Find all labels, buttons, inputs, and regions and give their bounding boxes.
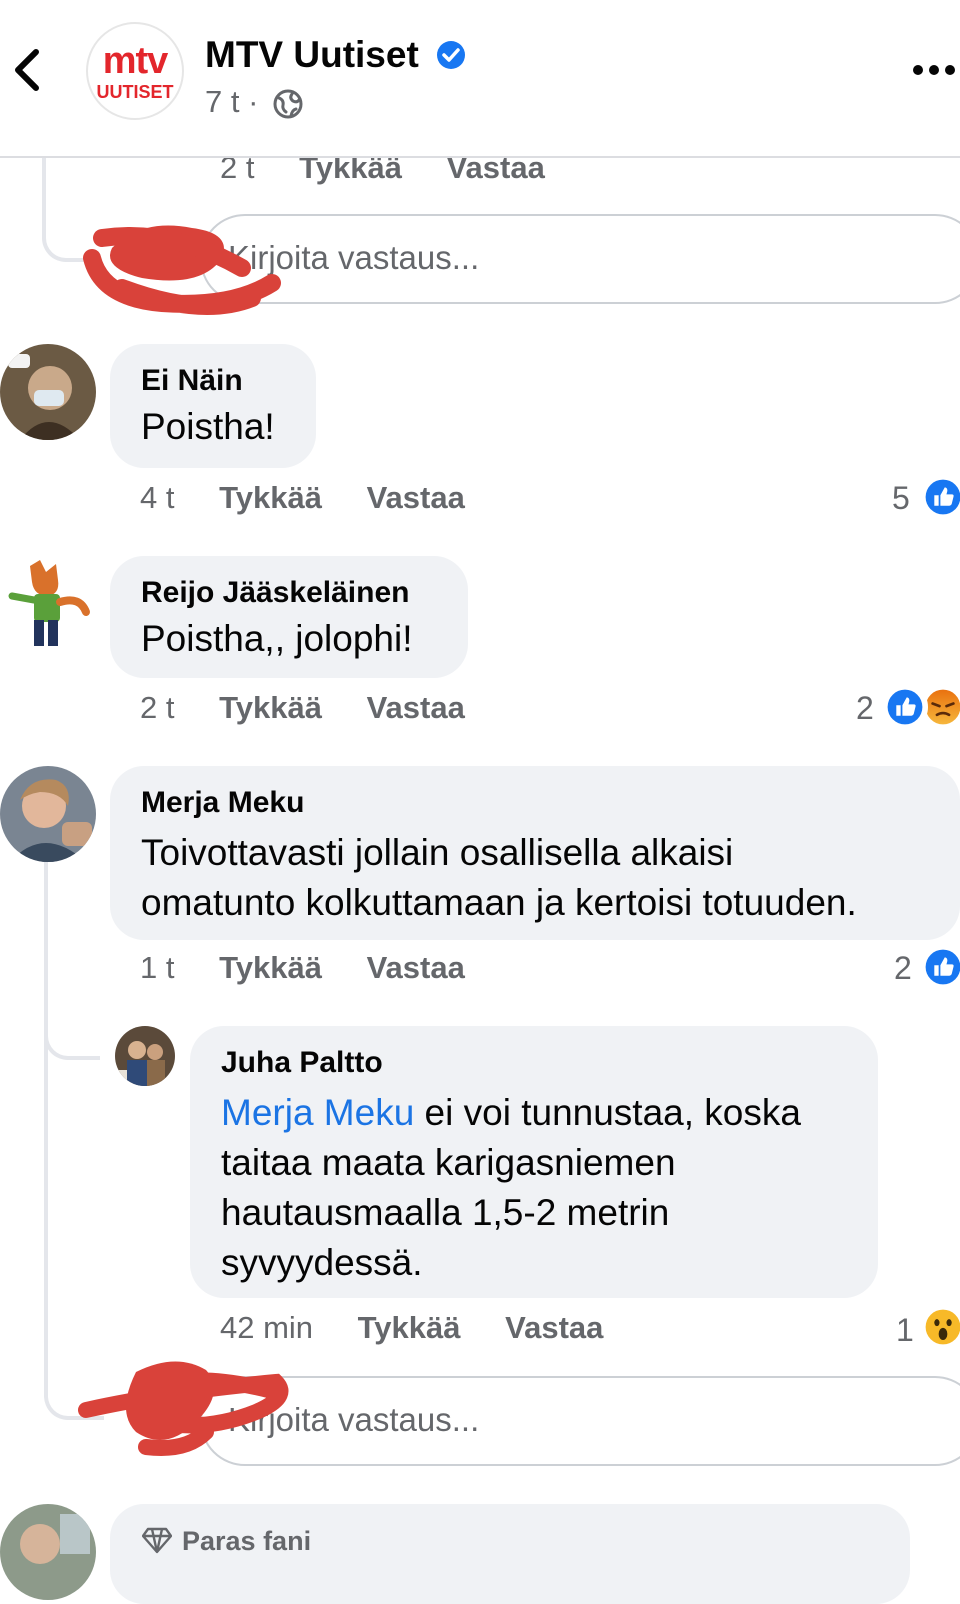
like-button[interactable]: Tykkää — [219, 480, 322, 515]
like-button[interactable]: Tykkää — [358, 1310, 461, 1345]
reply-time: 42 min — [220, 1310, 314, 1345]
reply-input[interactable] — [226, 238, 730, 278]
comment-meta: 4 t Tykkää Vastaa — [140, 480, 465, 516]
like-reaction-icon[interactable] — [920, 944, 960, 990]
more-options-icon[interactable] — [912, 62, 956, 78]
avatar-image — [115, 1026, 175, 1086]
reply-text-line: syvyydessä. — [221, 1242, 423, 1283]
comment-time: 2 t — [140, 690, 175, 725]
redaction-scribble — [83, 225, 281, 315]
reply-input-box[interactable] — [200, 1376, 960, 1466]
logo-text-uutiset: UUTISET — [96, 82, 174, 102]
reply-input-box[interactable] — [200, 214, 960, 304]
like-button[interactable]: Tykkää — [219, 950, 322, 985]
top-fan-badge: Paras fani — [182, 1526, 312, 1556]
diamond-icon — [142, 1527, 172, 1554]
reply-button[interactable]: Vastaa — [505, 1310, 603, 1345]
reply-text: ei voi tunnustaa, koska — [414, 1092, 801, 1133]
avatar-ei-nain[interactable] — [0, 344, 96, 440]
avatar-image — [0, 1504, 96, 1600]
thread-line — [44, 842, 48, 1312]
reply-button[interactable]: Vastaa — [367, 480, 465, 515]
reply-button[interactable]: Vastaa — [367, 950, 465, 985]
comment-bubble: Reijo Jääskeläinen Poistha,, jolophi! — [110, 556, 468, 678]
comment-author[interactable]: Merja Meku — [141, 786, 960, 820]
post-timestamp: 7 t · — [205, 84, 259, 119]
like-reaction-icon[interactable] — [920, 474, 960, 520]
reaction-count[interactable]: 2 — [894, 950, 912, 987]
reaction-count[interactable]: 2 — [856, 690, 874, 727]
comment-bubble: Paras fani — [110, 1504, 910, 1604]
avatar-image — [0, 344, 96, 440]
avatar-juha-paltto[interactable] — [115, 1026, 175, 1086]
mention-link[interactable]: Merja Meku — [221, 1092, 414, 1133]
like-reaction-icon[interactable] — [882, 684, 928, 730]
comment-time: 4 t — [140, 480, 175, 515]
reply-bubble: Juha Paltto Merja Meku ei voi tunnustaa,… — [190, 1026, 878, 1298]
wow-reaction-icon[interactable] — [920, 1304, 960, 1350]
reply-text-line: hautausmaalla 1,5-2 metrin — [221, 1192, 670, 1233]
comment-text-line: Toivottavasti jollain osallisella alkais… — [141, 832, 734, 873]
reply-text-line: Merja Meku ei voi tunnustaa, koska — [221, 1088, 878, 1138]
reply-button[interactable]: Vastaa — [367, 690, 465, 725]
reaction-count[interactable]: 5 — [892, 480, 910, 517]
avatar-reijo[interactable] — [0, 556, 96, 652]
comment-time: 1 t — [140, 950, 175, 985]
page-avatar[interactable]: mtv UUTISET — [86, 22, 184, 120]
reaction-count[interactable]: 1 — [896, 1312, 914, 1349]
thread-line — [44, 1010, 100, 1060]
comment-bubble: Merja Meku Toivottavasti jollain osallis… — [110, 766, 960, 940]
avatar-next-commenter[interactable] — [0, 1504, 96, 1600]
like-button[interactable]: Tykkää — [219, 690, 322, 725]
comment-bubble: Ei Näin Poistha! — [110, 344, 316, 468]
avatar-image — [0, 766, 96, 862]
logo-text-mtv: mtv — [102, 40, 169, 82]
reply-text-line: taitaa maata karigasniemen — [221, 1142, 676, 1183]
post-header: mtv UUTISET MTV Uutiset 7 t · — [0, 0, 960, 158]
comment-text: Poistha,, jolophi! — [141, 618, 413, 659]
comment-author[interactable]: Ei Näin — [141, 364, 316, 398]
comment-meta: 1 t Tykkää Vastaa — [140, 950, 465, 986]
globe-icon — [273, 89, 303, 119]
page-name[interactable]: MTV Uutiset — [205, 34, 419, 76]
back-arrow-icon[interactable] — [8, 46, 44, 94]
avatar-image — [0, 556, 96, 652]
comment-meta: 2 t Tykkää Vastaa — [140, 690, 465, 726]
comment-text-line: omatunto kolkuttamaan ja kertoisi totuud… — [141, 882, 857, 923]
redaction-scribble — [78, 1361, 289, 1456]
avatar-merja-meku[interactable] — [0, 766, 96, 862]
comment-text: Poistha! — [141, 406, 275, 447]
comment-author[interactable]: Reijo Jääskeläinen — [141, 576, 468, 610]
reply-author[interactable]: Juha Paltto — [221, 1046, 878, 1080]
reply-input[interactable] — [226, 1400, 730, 1440]
reply-meta: 42 min Tykkää Vastaa — [220, 1310, 603, 1346]
verified-badge-icon — [437, 41, 465, 69]
